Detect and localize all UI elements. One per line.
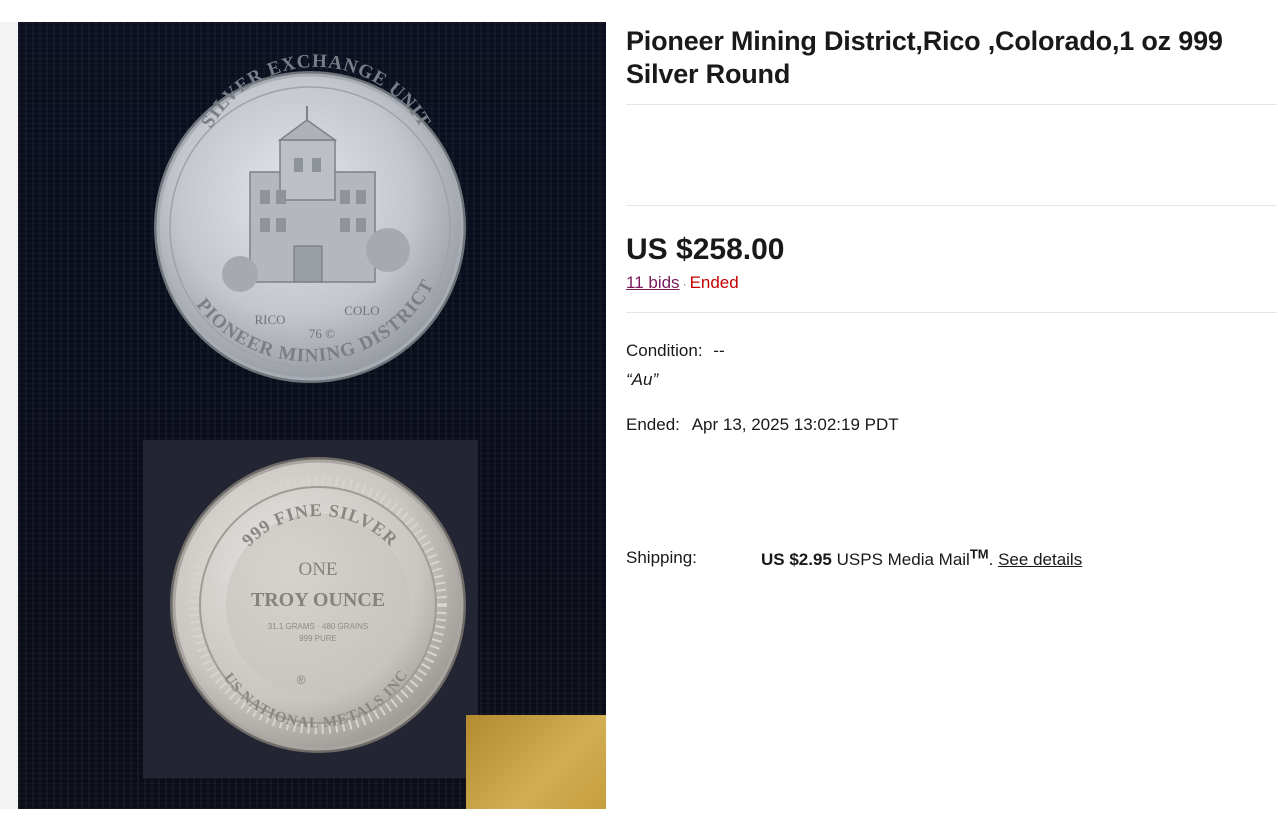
condition-label: Condition: [626, 341, 703, 360]
price: US $258.00 [626, 233, 785, 266]
ended-label: Ended: [626, 415, 680, 434]
listing-details: Pioneer Mining District,Rico ,Colorado,1… [626, 22, 1277, 569]
shipping-price: US $2.95 [761, 550, 832, 569]
condition-row: Condition: -- [626, 339, 1277, 363]
reverse-mark: ® [297, 673, 306, 687]
shipping-period: . [988, 550, 994, 569]
empty-info-area [626, 105, 1277, 205]
condition-value: -- [713, 341, 725, 360]
price-top-divider [626, 205, 1277, 206]
ended-status: Ended [689, 273, 739, 292]
condition-note: “Au” [626, 370, 659, 389]
shipping-service: USPS Media Mail [836, 550, 970, 569]
reverse-coin: 999 FINE SILVER ONE TROY OUNCE 31.1 GRAM… [170, 457, 466, 753]
item-photo[interactable]: SILVER EXCHANGE UNIT PIONEER MINING DIST… [18, 22, 606, 809]
obverse-colo-text: COLO [344, 303, 379, 318]
listing-page: SILVER EXCHANGE UNIT PIONEER MINING DIST… [0, 0, 1278, 822]
shipping-value: US $2.95 USPS Media MailTM. See details [761, 546, 1082, 572]
reverse-line-one: ONE [298, 559, 337, 580]
obverse-coin: SILVER EXCHANGE UNIT PIONEER MINING DIST… [154, 51, 466, 383]
price-bottom-divider [626, 312, 1277, 313]
bids-row: 11 bids · Ended [626, 272, 1277, 295]
ended-row: Ended: Apr 13, 2025 13:02:19 PDT [626, 413, 1277, 437]
obverse-rico-text: RICO [254, 312, 285, 327]
shipping-label: Shipping: [626, 548, 697, 567]
listing-title: Pioneer Mining District,Rico ,Colorado,1… [626, 26, 1223, 89]
gallery-left-gutter [0, 22, 18, 809]
coin-illustration: SILVER EXCHANGE UNIT PIONEER MINING DIST… [154, 51, 466, 753]
trademark-mark: TM [969, 546, 989, 562]
reverse-small-line-two: 999 PURE [299, 634, 337, 643]
see-details-link[interactable]: See details [998, 550, 1082, 569]
ended-date: Apr 13, 2025 13:02:19 PDT [691, 415, 899, 434]
bids-separator: · [682, 277, 687, 291]
reverse-small-line-one: 31.1 GRAMS · 480 GRAINS [268, 622, 368, 631]
bids-link[interactable]: 11 bids [626, 273, 680, 292]
obverse-year-text: 76 © [309, 326, 335, 341]
reverse-line-two: TROY OUNCE [251, 589, 385, 611]
